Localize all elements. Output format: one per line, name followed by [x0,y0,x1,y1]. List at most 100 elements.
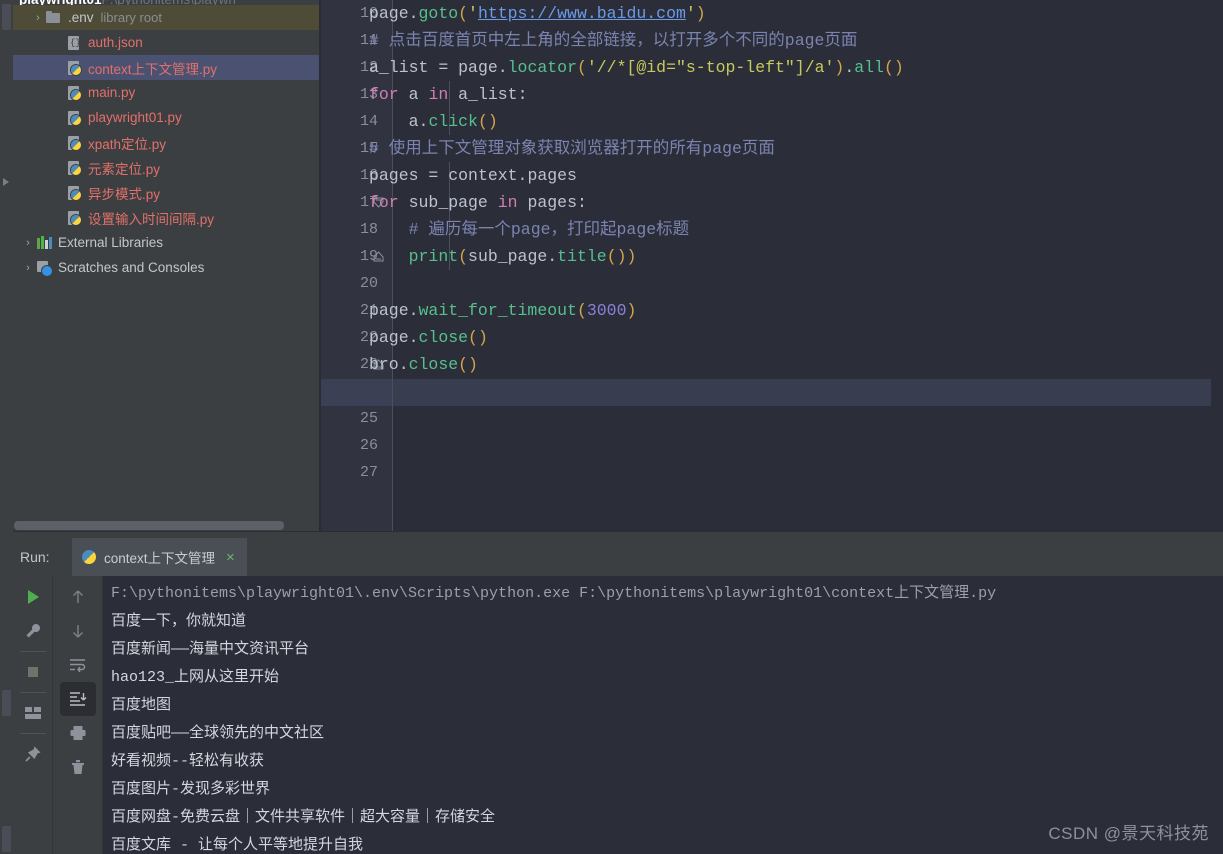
tree-item-9[interactable]: › External Libraries [13,230,319,255]
caret-line-highlight [393,379,1223,406]
run-toolbar-primary[interactable] [13,576,53,854]
console-line-8: 百度网盘-免费云盘｜文件共享软件｜超大容量｜存储安全 [111,809,496,826]
code-line-23[interactable]: bro.close() [369,351,478,378]
tree-item-label: 设置输入时间间隔.py [88,211,215,227]
tree-item-label: playwright01.py [88,110,182,125]
code-editor[interactable]: 101112131415161718192021222324252627 pag… [321,0,1223,531]
code-line-17[interactable]: for sub_page in pages: [369,189,587,216]
tree-item-4[interactable]: › playwright01.py [13,105,319,130]
project-root-path: F:\pythonitems\playwri [102,0,236,5]
code-line-18[interactable]: # 遍历每一个page，打印起page标题 [369,216,690,243]
strip-tab-stub-mid[interactable] [2,690,11,716]
run-tab-title: context上下文管理 [104,551,216,566]
scratches-icon [35,260,53,276]
code-line-19[interactable]: print(sub_page.title()) [369,243,637,270]
tree-spacer: › [51,137,65,149]
run-console-output[interactable]: F:\pythonitems\playwright01\.env\Scripts… [103,576,1223,854]
python-file-icon [65,110,83,126]
scroll-to-end-button[interactable] [60,682,96,716]
left-tool-window-strip: Commit Bookmarks [0,0,14,854]
python-file-icon [65,160,83,176]
folder-icon [45,10,63,26]
python-file-icon [65,85,83,101]
tree-item-label: context上下文管理.py [88,61,218,77]
tree-item-10[interactable]: › Scratches and Consoles [13,255,319,280]
tree-item-suffix: library root [100,10,162,25]
tree-item-8[interactable]: › 设置输入时间间隔.py [13,205,319,230]
toolbar-separator [19,651,46,652]
layout-settings-button[interactable] [15,696,51,730]
console-line-0: F:\pythonitems\playwright01\.env\Scripts… [111,585,997,602]
console-line-3: hao123_上网从这里开始 [111,669,280,686]
code-line-10[interactable]: page.goto('https://www.baidu.com') [369,0,706,27]
code-line-13[interactable]: for a in a_list: [369,81,527,108]
tree-item-2[interactable]: › context上下文管理.py [13,55,319,80]
toolbar-separator [19,692,46,693]
tree-item-label: External Libraries [58,235,164,250]
project-root-label: playwright01 [19,0,102,5]
project-hscrollbar-track[interactable] [13,519,319,531]
tree-item-7[interactable]: › 异步模式.py [13,180,319,205]
tree-item-0[interactable]: › .env library root [13,5,319,30]
tree-item-label: .env [68,10,94,25]
caret-line-gutter-highlight [321,379,392,406]
tree-item-label: 元素定位.py [88,161,161,177]
edit-configuration-button[interactable] [15,614,51,648]
run-tool-window: Run: context上下文管理 × F:\pythonitems\playw… [13,538,1223,854]
code-line-12[interactable]: a_list = page.locator('//*[@id="s-top-le… [369,54,904,81]
code-line-11[interactable]: # 点击百度首页中左上角的全部链接，以打开多个不同的page页面 [369,27,857,54]
project-hscrollbar-thumb[interactable] [14,521,284,530]
tree-item-label: main.py [88,85,136,100]
project-tool-window: playwright01 F:\pythonitems\playwri › .env… [13,0,319,531]
code-line-21[interactable]: page.wait_for_timeout(3000) [369,297,636,324]
tree-item-label: auth.json [88,35,143,50]
clear-all-button[interactable] [60,750,96,784]
console-line-6: 好看视频--轻松有收获 [111,753,265,770]
tree-spacer: › [51,162,65,174]
project-tree[interactable]: playwright01 F:\pythonitems\playwri › .env… [13,0,319,280]
stop-button[interactable] [15,655,51,689]
close-icon[interactable]: × [226,549,235,566]
tree-item-label: xpath定位.py [88,136,167,152]
python-file-icon [65,185,83,201]
line-number-20: 20 [359,275,378,292]
line-number-27: 27 [359,464,378,481]
libraries-icon [35,235,53,251]
up-the-stack-trace-button[interactable] [60,580,96,614]
tree-item-1[interactable]: › auth.json [13,30,319,55]
editor-scroll-strip[interactable] [1211,0,1223,531]
console-line-9: 百度文库 - 让每个人平等地提升自我 [111,837,364,854]
python-file-icon [65,135,83,151]
strip-tab-stub-top[interactable] [2,4,11,30]
tree-item-3[interactable]: › main.py [13,80,319,105]
soft-wrap-button[interactable] [60,648,96,682]
python-file-icon [65,210,83,226]
tree-item-label: 异步模式.py [88,186,161,202]
expand-arrow-icon[interactable] [3,178,9,186]
console-line-1: 百度一下，你就知道 [111,613,247,630]
down-the-stack-trace-button[interactable] [60,614,96,648]
console-line-7: 百度图片-发现多彩世界 [111,781,271,798]
tree-spacer: › [51,187,65,199]
line-number-26: 26 [359,437,378,454]
chevron-right-icon[interactable]: › [31,12,45,24]
chevron-right-icon[interactable]: › [21,237,35,249]
rerun-button[interactable] [15,580,51,614]
code-line-22[interactable]: page.close() [369,324,488,351]
tree-item-5[interactable]: › xpath定位.py [13,130,319,155]
code-line-15[interactable]: # 使用上下文管理对象获取浏览器打开的所有page页面 [369,135,775,162]
code-line-14[interactable]: a.click() [369,108,498,135]
pin-tab-button[interactable] [15,737,51,771]
python-file-icon [65,60,83,76]
toolbar-separator [19,733,46,734]
strip-tab-stub-bottom[interactable] [2,826,11,852]
run-tab-context[interactable]: context上下文管理 × [72,538,247,576]
pycharm-window: Commit Bookmarks playwright01 F:\pythoni… [0,0,1223,854]
tree-spacer: › [51,212,65,224]
tree-item-6[interactable]: › 元素定位.py [13,155,319,180]
chevron-right-icon[interactable]: › [21,262,35,274]
console-line-5: 百度贴吧——全球领先的中文社区 [111,725,325,742]
code-line-16[interactable]: pages = context.pages [369,162,577,189]
run-toolbar-secondary[interactable] [54,576,103,854]
print-button[interactable] [60,716,96,750]
